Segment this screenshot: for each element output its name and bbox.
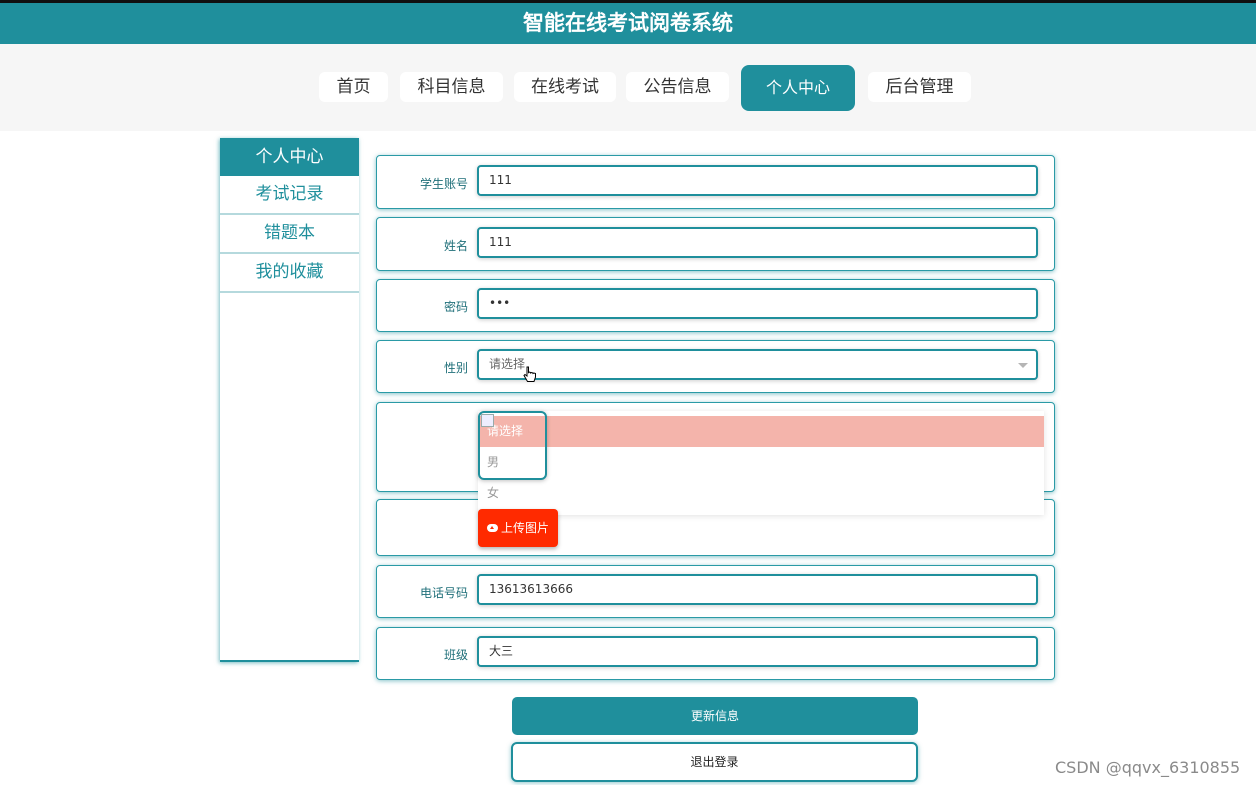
password-label: 密码 bbox=[443, 300, 468, 314]
form-row-gender: 性别 请选择 bbox=[376, 340, 1055, 393]
gender-option-female[interactable]: 女 bbox=[478, 478, 1044, 509]
nav-home[interactable]: 首页 bbox=[319, 72, 388, 102]
gender-select-value: 请选择 bbox=[489, 357, 526, 371]
nav-online-exam[interactable]: 在线考试 bbox=[514, 72, 616, 102]
site-title-bar: 智能在线考试阅卷系统 bbox=[0, 3, 1256, 44]
name-input[interactable]: 111 bbox=[477, 227, 1038, 258]
nav-announcements[interactable]: 公告信息 bbox=[626, 72, 729, 102]
class-input[interactable]: 大三 bbox=[477, 636, 1038, 667]
cloud-upload-icon bbox=[486, 523, 498, 532]
sidebar: 个人中心 考试记录 错题本 我的收藏 bbox=[220, 138, 359, 662]
form-row-class: 班级 大三 bbox=[376, 627, 1055, 680]
gender-option-male[interactable]: 男 bbox=[478, 447, 1044, 478]
update-info-button[interactable]: 更新信息 bbox=[512, 697, 918, 735]
password-input[interactable]: ••• bbox=[477, 288, 1038, 319]
gender-option-placeholder[interactable]: 请选择 bbox=[478, 416, 1044, 447]
form-row-phone: 电话号码 13613613666 bbox=[376, 565, 1055, 618]
gender-select[interactable]: 请选择 bbox=[477, 349, 1038, 380]
sidebar-item-favorites[interactable]: 我的收藏 bbox=[220, 254, 359, 293]
account-input[interactable]: 111 bbox=[477, 165, 1038, 196]
gender-label: 性别 bbox=[443, 361, 468, 375]
logout-button[interactable]: 退出登录 bbox=[511, 742, 918, 782]
gender-dropdown-menu: 请选择 男 女 bbox=[478, 411, 1044, 515]
site-title: 智能在线考试阅卷系统 bbox=[523, 11, 733, 35]
watermark: CSDN @qqvx_6310855 bbox=[1055, 758, 1241, 777]
name-label: 姓名 bbox=[443, 239, 468, 253]
nav-admin[interactable]: 后台管理 bbox=[868, 72, 971, 102]
account-label: 学生账号 bbox=[419, 177, 468, 191]
class-label: 班级 bbox=[443, 648, 468, 662]
phone-label: 电话号码 bbox=[419, 586, 468, 600]
upload-image-button[interactable]: 上传图片 bbox=[478, 509, 558, 547]
phone-input[interactable]: 13613613666 bbox=[477, 574, 1038, 605]
pointer-cursor-icon bbox=[523, 366, 536, 382]
form-row-password: 密码 ••• bbox=[376, 279, 1055, 332]
main-nav: 首页 科目信息 在线考试 公告信息 个人中心 后台管理 bbox=[0, 44, 1256, 131]
upload-image-label: 上传图片 bbox=[500, 521, 549, 535]
sidebar-item-exam-records[interactable]: 考试记录 bbox=[220, 176, 359, 215]
nav-personal-center[interactable]: 个人中心 bbox=[741, 65, 855, 111]
nav-subjects[interactable]: 科目信息 bbox=[400, 72, 503, 102]
chevron-down-icon bbox=[1018, 363, 1028, 368]
form-row-account: 学生账号 111 bbox=[376, 155, 1055, 209]
broken-image-icon bbox=[481, 414, 494, 427]
sidebar-item-wrong-questions[interactable]: 错题本 bbox=[220, 215, 359, 254]
form-row-name: 姓名 111 bbox=[376, 217, 1055, 271]
sidebar-title: 个人中心 bbox=[220, 138, 359, 176]
